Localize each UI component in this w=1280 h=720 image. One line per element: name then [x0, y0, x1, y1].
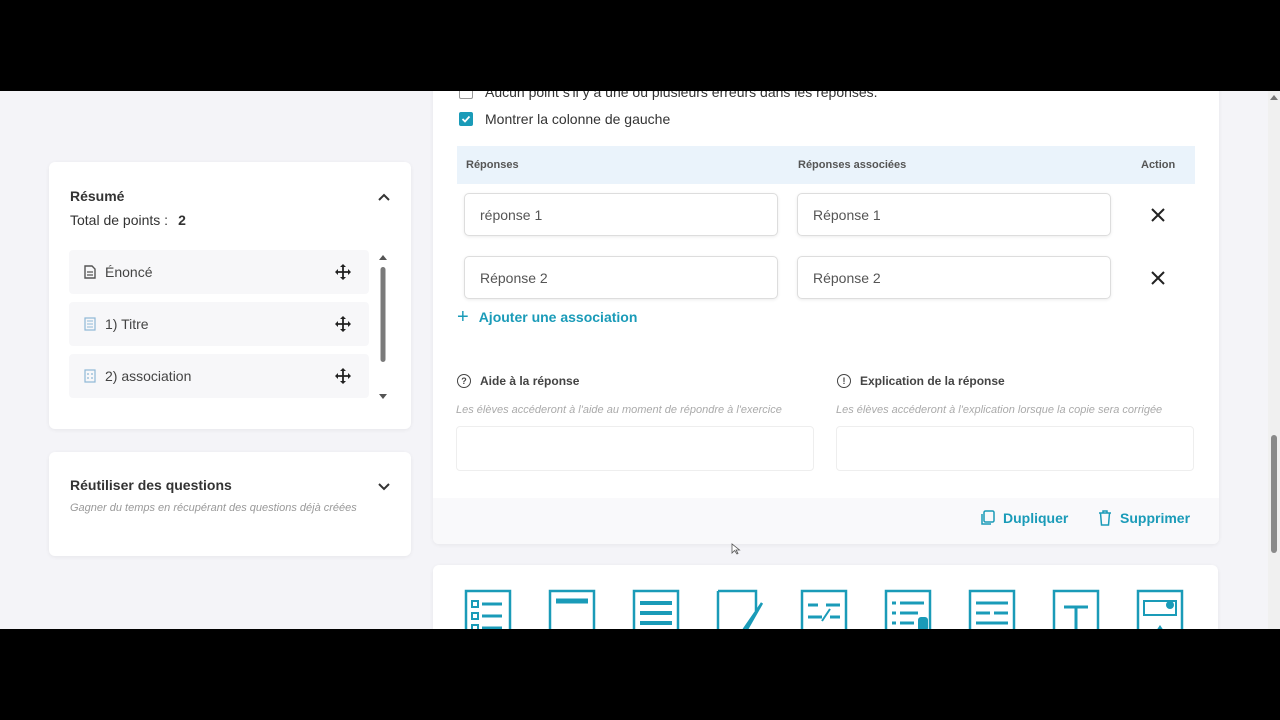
free-writing-icon[interactable]: [716, 589, 764, 629]
list-media-icon[interactable]: [884, 589, 932, 629]
page-scrollbar[interactable]: [1268, 91, 1280, 629]
letterbox-bottom: [0, 629, 1280, 720]
reuse-questions-panel[interactable]: Réutiliser des questions Gagner du temps…: [49, 452, 411, 556]
outline-item-titre[interactable]: 1) Titre: [69, 302, 369, 346]
explanation-description: Les élèves accéderont à l'explication lo…: [836, 404, 1163, 416]
move-icon[interactable]: [335, 264, 351, 280]
add-association-label: Ajouter une association: [478, 309, 638, 325]
show-left-column-checkbox[interactable]: [459, 112, 473, 126]
chevron-down-icon[interactable]: [377, 480, 391, 494]
outline-list: Énoncé 1) Titre 2) association: [69, 250, 369, 406]
page-scrollbar-thumb[interactable]: [1271, 435, 1277, 553]
copy-icon: [981, 510, 995, 525]
title-block-icon: [83, 316, 97, 332]
outline-item-label: 1) Titre: [105, 316, 149, 332]
no-points-label: Aucun point s'il y a une ou plusieurs er…: [485, 91, 878, 100]
outline-item-label: 2) association: [105, 368, 192, 384]
plus-icon: +: [457, 306, 469, 328]
outline-item-association[interactable]: 2) association: [69, 354, 369, 398]
summary-panel: Résumé Total de points : 2 Énoncé 1) Titr…: [49, 162, 411, 429]
page-viewport: Résumé Total de points : 2 Énoncé 1) Titr…: [0, 91, 1280, 629]
multiple-choice-icon[interactable]: [464, 589, 512, 629]
move-icon[interactable]: [335, 316, 351, 332]
associated-input-1[interactable]: Réponse 1: [797, 193, 1111, 236]
answer-input-1[interactable]: réponse 1: [464, 193, 778, 236]
delete-button[interactable]: Supprimer: [1098, 510, 1190, 526]
scroll-up-arrow-icon[interactable]: [1270, 95, 1278, 100]
outline-item-label: Énoncé: [105, 264, 153, 280]
col-action: Action: [1141, 159, 1176, 171]
association-icon: [83, 368, 97, 384]
image-icon[interactable]: [1136, 589, 1184, 629]
reuse-description: Gagner du temps en récupérant des questi…: [70, 502, 357, 514]
fill-blanks-icon[interactable]: [800, 589, 848, 629]
duplicate-button[interactable]: Dupliquer: [981, 510, 1068, 526]
question-editor-card: Aucun point s'il y a une ou plusieurs er…: [433, 91, 1219, 544]
help-title: ? Aide à la réponse: [457, 374, 579, 388]
show-left-column-option[interactable]: Montrer la colonne de gauche: [459, 111, 670, 127]
question-circle-icon: ?: [457, 374, 471, 388]
trash-icon: [1099, 510, 1111, 526]
total-points-value: 2: [178, 212, 186, 228]
show-left-column-label: Montrer la colonne de gauche: [485, 111, 671, 127]
check-icon: [461, 115, 471, 123]
question-types-panel: [433, 565, 1218, 629]
text-block-icon[interactable]: [632, 589, 680, 629]
close-icon[interactable]: [1150, 270, 1166, 286]
add-association-button[interactable]: + Ajouter une association: [457, 306, 638, 328]
total-points: Total de points : 2: [70, 212, 186, 228]
answers-table-header: Réponses Réponses associées Action: [457, 146, 1195, 184]
reuse-title: Réutiliser des questions: [70, 477, 232, 493]
duplicate-label: Dupliquer: [1003, 510, 1069, 526]
outline-scrollbar[interactable]: [378, 254, 388, 404]
total-points-label: Total de points :: [70, 212, 169, 228]
cursor-icon: [731, 543, 741, 555]
explanation-title-label: Explication de la réponse: [860, 374, 1005, 388]
text-lines-icon[interactable]: [968, 589, 1016, 629]
explanation-textarea[interactable]: [836, 426, 1194, 471]
no-points-option[interactable]: Aucun point s'il y a une ou plusieurs er…: [459, 91, 878, 100]
summary-title: Résumé: [70, 188, 125, 204]
col-associated: Réponses associées: [798, 159, 907, 171]
explanation-title: ! Explication de la réponse: [837, 374, 1005, 388]
letterbox-top: [0, 0, 1280, 91]
document-icon: [83, 264, 97, 280]
outline-item-enonce[interactable]: Énoncé: [69, 250, 369, 294]
col-answers: Réponses: [466, 159, 519, 171]
help-title-label: Aide à la réponse: [480, 374, 580, 388]
delete-label: Supprimer: [1120, 510, 1191, 526]
info-circle-icon: !: [837, 374, 851, 388]
chevron-up-icon[interactable]: [377, 190, 391, 204]
question-card-footer: Dupliquer Supprimer: [433, 498, 1219, 544]
help-description: Les élèves accéderont à l'aide au moment…: [456, 404, 782, 416]
title-block-icon[interactable]: [548, 589, 596, 629]
no-points-checkbox[interactable]: [459, 91, 473, 99]
help-textarea[interactable]: [456, 426, 814, 471]
close-icon[interactable]: [1150, 207, 1166, 223]
associated-input-2[interactable]: Réponse 2: [797, 256, 1111, 299]
text-tool-icon[interactable]: [1052, 589, 1100, 629]
move-icon[interactable]: [335, 368, 351, 384]
answer-input-2[interactable]: Réponse 2: [464, 256, 778, 299]
